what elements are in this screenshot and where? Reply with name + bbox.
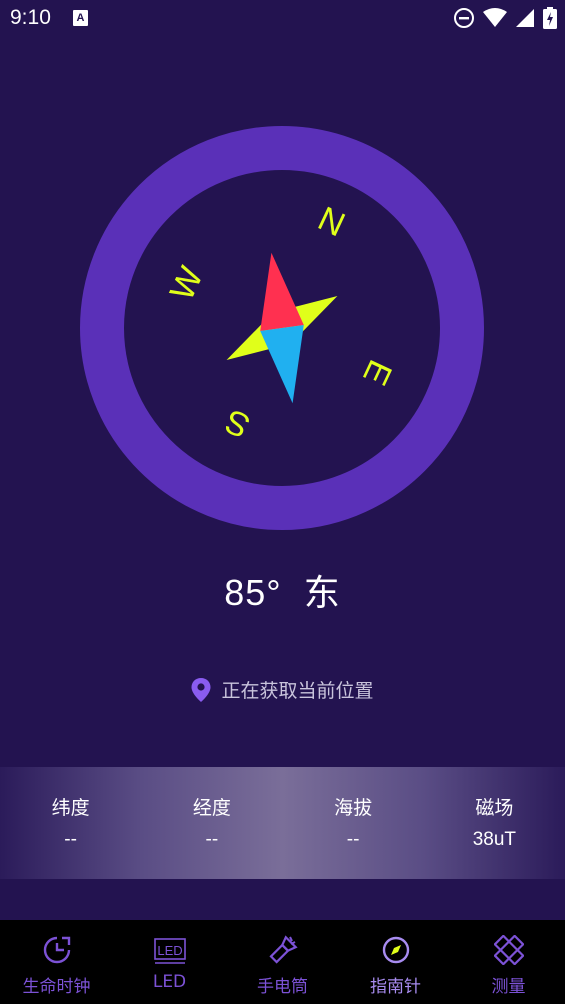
stat-magnetic-field: 磁场 38uT	[424, 767, 565, 879]
nav-label: 手电筒	[257, 977, 308, 997]
stat-latitude: 纬度 --	[0, 767, 141, 879]
nav-label: LED	[152, 972, 187, 992]
location-pin-icon	[191, 677, 211, 702]
nav-item-led[interactable]: LED LED	[113, 920, 226, 1004]
stat-label: 磁场	[475, 797, 514, 819]
location-status: 正在获取当前位置	[0, 676, 565, 703]
compass-label-s: S	[219, 401, 256, 445]
heading-degrees: 85°	[224, 572, 282, 613]
nav-label: 测量	[491, 977, 526, 997]
stat-label: 纬度	[51, 797, 90, 819]
location-text: 正在获取当前位置	[221, 680, 374, 702]
compass-dial: N E S W	[80, 126, 484, 530]
svg-text:LED: LED	[157, 943, 182, 958]
compass-icon	[380, 934, 412, 966]
compass-label-e: E	[355, 354, 399, 391]
bottom-nav: 生命时钟 LED LED 手电筒 指南针 测量	[0, 920, 565, 1004]
nav-item-measure[interactable]: 测量	[452, 920, 565, 1004]
led-icon: LED	[153, 934, 186, 966]
heading-readout: 85° 东	[0, 564, 565, 616]
heading-direction: 东	[303, 573, 341, 614]
stat-label: 海拔	[334, 797, 373, 819]
stat-longitude: 经度 --	[141, 767, 282, 879]
stat-altitude: 海拔 --	[283, 767, 424, 879]
nav-label: 生命时钟	[22, 977, 91, 997]
stat-value: --	[64, 829, 77, 850]
ruler-icon	[493, 934, 525, 966]
nav-label: 指南针	[370, 977, 421, 997]
stat-value: --	[346, 829, 360, 850]
stat-value: 38uT	[472, 829, 517, 850]
stat-label: 经度	[192, 797, 231, 819]
nav-item-compass[interactable]: 指南针	[339, 920, 452, 1004]
stat-value: --	[205, 829, 219, 850]
compass-label-w: W	[163, 261, 211, 306]
compass-label-n: N	[312, 200, 350, 245]
flashlight-icon	[267, 934, 299, 966]
sensor-stats: 纬度 -- 经度 -- 海拔 -- 磁场 38uT	[0, 767, 565, 879]
nav-item-life-clock[interactable]: 生命时钟	[0, 920, 113, 1004]
nav-item-flashlight[interactable]: 手电筒	[226, 920, 339, 1004]
clock-icon	[41, 934, 73, 966]
